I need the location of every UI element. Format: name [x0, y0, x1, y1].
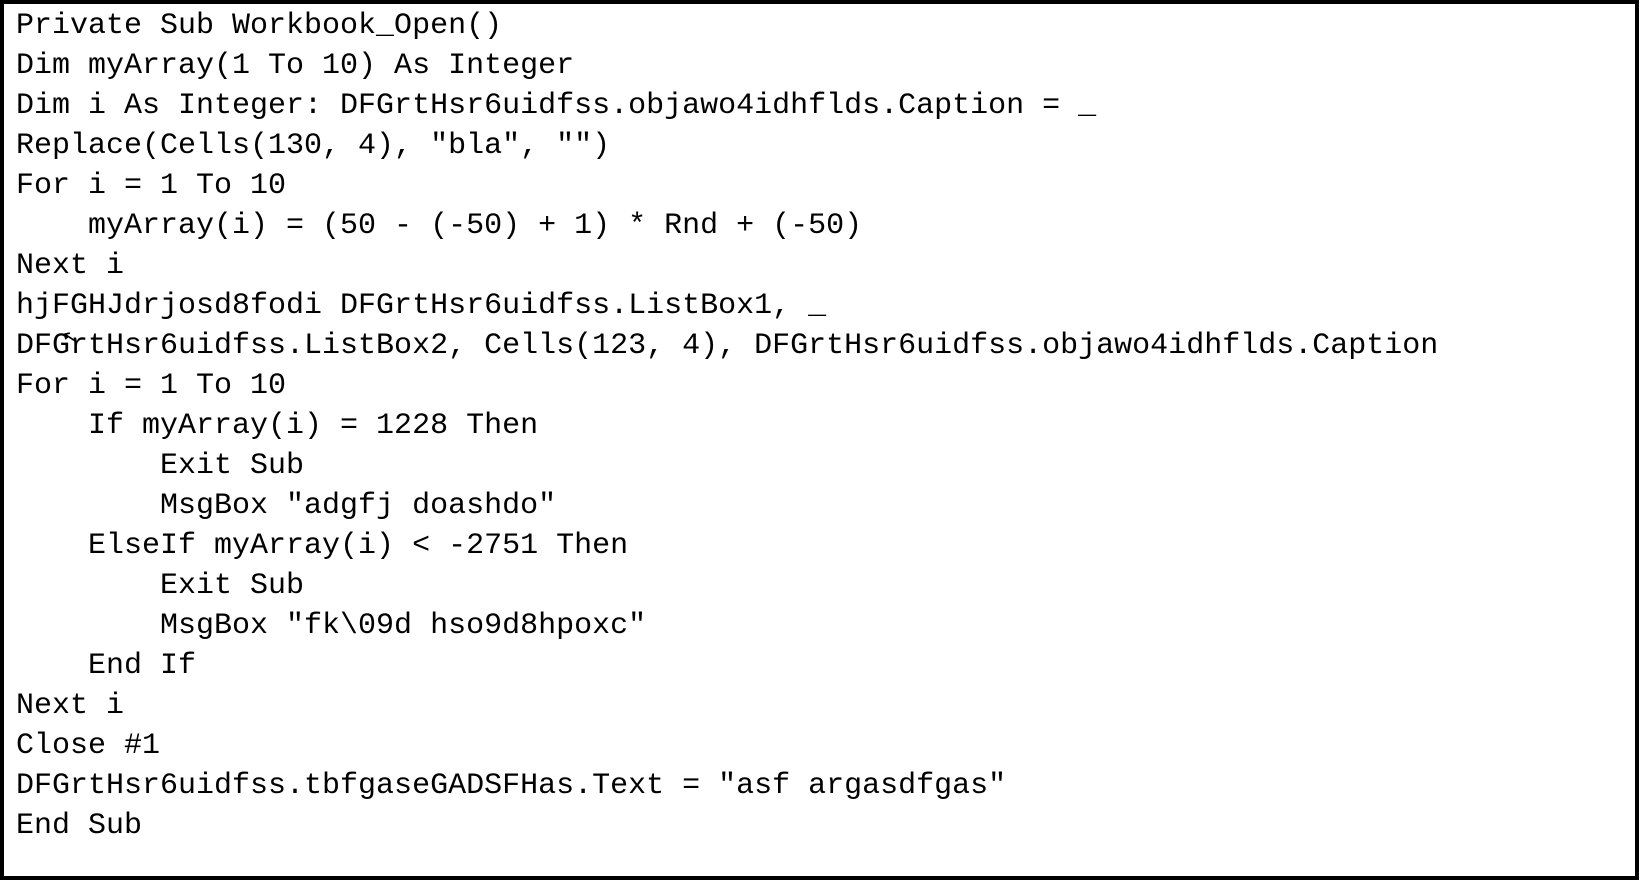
code-line: DFGrtHsr6uidfss.tbfgaseGADSFHas.Text = "…	[16, 766, 1623, 806]
code-line: Replace(Cells(130, 4), "bla", "")	[16, 126, 1623, 166]
code-line: myArray(i) = (50 - (-50) + 1) * Rnd + (-…	[16, 206, 1623, 246]
code-line: hjFGHJdrjosd8fodi DFGrtHsr6uidfss.ListBo…	[16, 286, 1623, 326]
code-line: Next i	[16, 686, 1623, 726]
code-line: End If	[16, 646, 1623, 686]
code-line: Private Sub Workbook_Open()	[16, 6, 1623, 46]
code-editor[interactable]: Private Sub Workbook_Open() Dim myArray(…	[0, 0, 1639, 880]
code-line: End Sub	[16, 806, 1623, 846]
code-line: ElseIf myArray(i) < -2751 Then	[16, 526, 1623, 566]
code-line: If myArray(i) = 1228 Then	[16, 406, 1623, 446]
code-line: For i = 1 To 10	[16, 366, 1623, 406]
code-line: Dim myArray(1 To 10) As Integer	[16, 46, 1623, 86]
code-line: MsgBox "adgfj doashdo"	[16, 486, 1623, 526]
code-line: Next i	[16, 246, 1623, 286]
code-line: MsgBox "fk\09d hso9d8hpoxc"	[16, 606, 1623, 646]
code-line: Exit Sub	[16, 446, 1623, 486]
code-line: Close #1	[16, 726, 1623, 766]
code-line: Dim i As Integer: DFGrtHsr6uidfss.objawo…	[16, 86, 1623, 126]
code-line: For i = 1 To 10	[16, 166, 1623, 206]
code-line: DFGrtHsr6uidfss.ListBox2, Cells(123, 4),…	[16, 326, 1623, 366]
code-line: Exit Sub	[16, 566, 1623, 606]
